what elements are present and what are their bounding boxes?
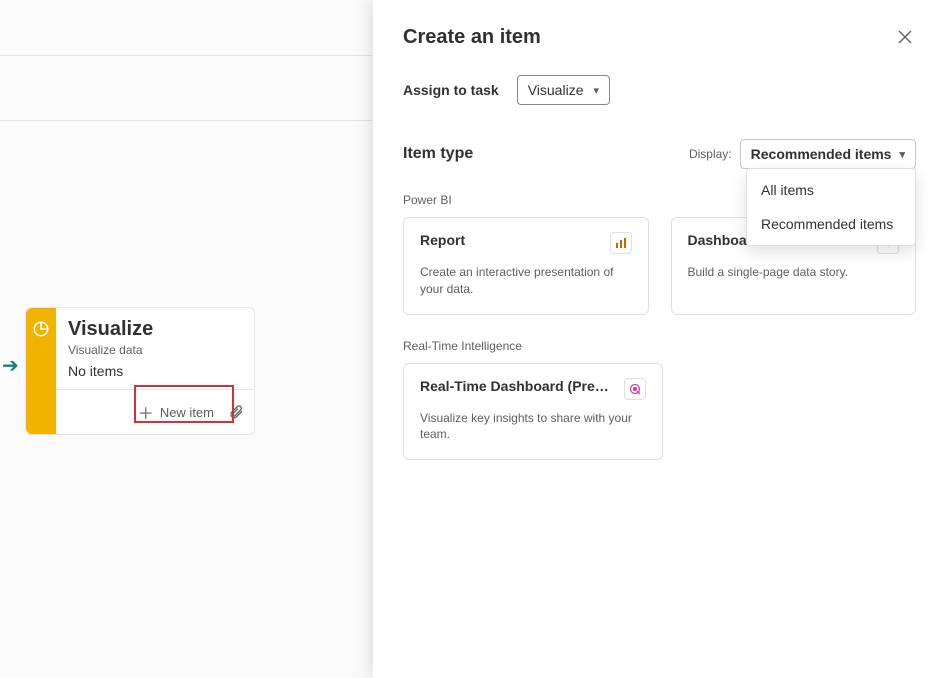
assign-selected-value: Visualize	[528, 82, 584, 98]
item-desc: Visualize key insights to share with you…	[420, 410, 646, 444]
plus-icon: ＋	[138, 400, 154, 424]
close-button[interactable]	[894, 26, 916, 51]
task-accent	[26, 308, 56, 434]
new-item-button[interactable]: ＋ New item	[132, 398, 220, 426]
display-option-recommended[interactable]: Recommended items	[747, 207, 915, 241]
assign-to-task-select[interactable]: Visualize ▾	[517, 75, 610, 105]
target-icon	[624, 378, 646, 400]
item-card-report[interactable]: Report Create an interactive presentatio…	[403, 217, 649, 315]
assign-to-task-label: Assign to task	[403, 82, 499, 98]
task-title: Visualize	[68, 318, 242, 341]
close-icon	[898, 30, 912, 44]
pie-chart-icon	[32, 320, 50, 338]
display-select[interactable]: Recommended items ▾	[740, 139, 916, 169]
item-name: Report	[420, 232, 465, 248]
chevron-down-icon: ▾	[899, 148, 905, 161]
category-label-realtime: Real-Time Intelligence	[403, 339, 916, 353]
item-card-realtime-dashboard[interactable]: Real-Time Dashboard (Previ... Visualize …	[403, 363, 663, 461]
task-subtitle: Visualize data	[68, 343, 242, 357]
item-name: Real-Time Dashboard (Previ...	[420, 378, 616, 394]
display-dropdown-menu: All items Recommended items	[746, 168, 916, 246]
display-option-all[interactable]: All items	[747, 173, 915, 207]
display-label: Display:	[689, 147, 732, 161]
display-selected-value: Recommended items	[751, 146, 892, 162]
connector-arrow-icon: ➔	[2, 356, 19, 376]
new-item-label: New item	[160, 405, 214, 420]
panel-title: Create an item	[403, 26, 541, 49]
task-no-items: No items	[68, 363, 242, 379]
attach-button[interactable]	[228, 404, 244, 420]
paperclip-icon	[228, 404, 244, 420]
chevron-down-icon: ▾	[593, 84, 599, 97]
create-item-panel: Create an item Assign to task Visualize …	[373, 0, 946, 678]
bar-chart-icon	[610, 232, 632, 254]
item-desc: Create an interactive presentation of yo…	[420, 264, 632, 298]
task-card-visualize[interactable]: Visualize Visualize data No items ＋ New …	[25, 307, 255, 435]
item-desc: Build a single-page data story.	[688, 264, 900, 281]
item-type-heading: Item type	[403, 145, 473, 163]
